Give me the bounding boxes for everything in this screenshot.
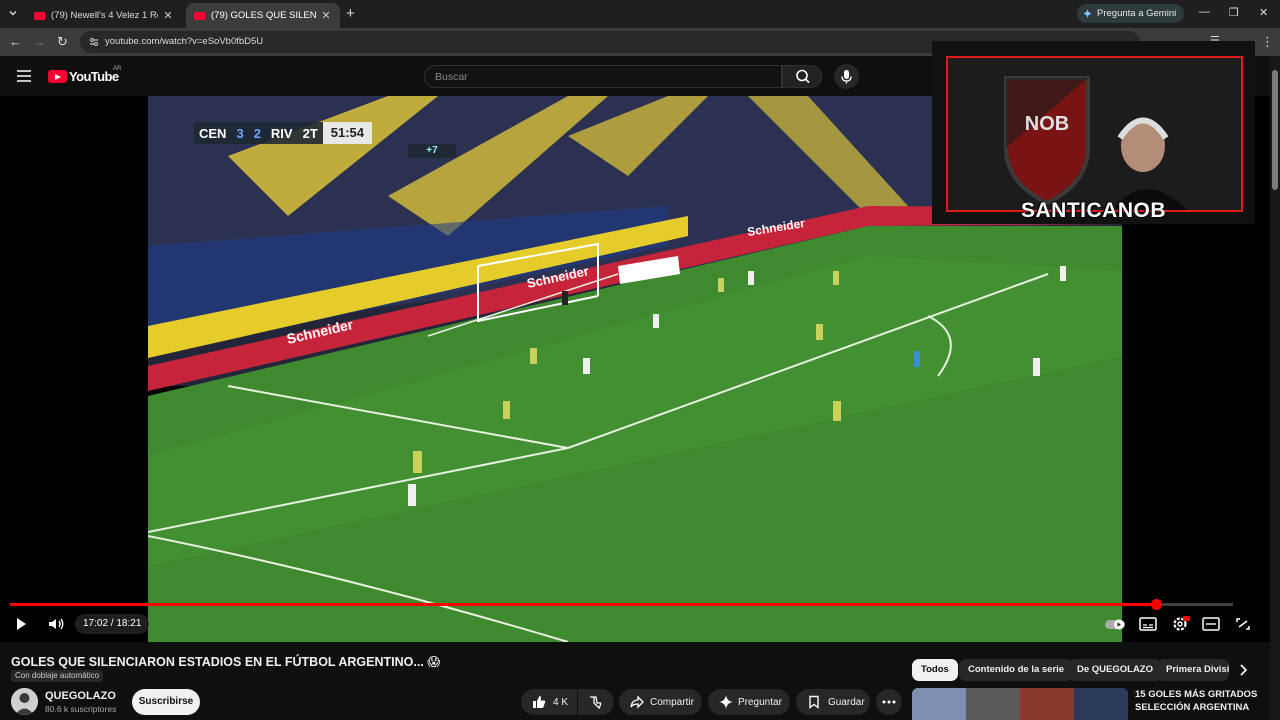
voice-search-button[interactable] <box>834 64 859 89</box>
channel-avatar-image <box>11 688 38 715</box>
forward-icon[interactable]: → <box>33 34 46 49</box>
search-button[interactable] <box>782 65 822 88</box>
subscribe-button[interactable]: Suscribirse <box>132 689 200 715</box>
more-dots-icon <box>882 700 896 704</box>
settings-gear-icon[interactable] <box>1170 615 1190 633</box>
browser-tab-strip: (79) Newell's 4 Velez 1 Relato Je ✕ (79)… <box>0 0 1280 28</box>
browser-tab-active[interactable]: (79) GOLES QUE SILENCIARON ✕ <box>186 3 340 28</box>
youtube-favicon-icon <box>34 11 45 20</box>
channel-avatar[interactable] <box>11 688 38 715</box>
chevron-right-icon[interactable] <box>1235 662 1251 678</box>
browser-tab[interactable]: (79) Newell's 4 Velez 1 Relato Je ✕ <box>26 3 182 28</box>
webcam-feed: NOB <box>946 56 1243 212</box>
close-tab-icon[interactable]: ✕ <box>320 9 332 22</box>
subscriber-count: 80.6 k suscriptores <box>45 704 117 714</box>
share-button[interactable]: Compartir <box>619 689 702 715</box>
dislike-button[interactable] <box>578 689 614 715</box>
chip-all[interactable]: Todos <box>912 659 958 681</box>
auto-dub-badge: Con doblaje automático <box>11 670 104 682</box>
microphone-icon <box>841 70 852 84</box>
site-info-icon[interactable] <box>88 36 100 48</box>
recommendation-title[interactable]: 15 GOLES MÁS GRITADOS SELECCIÓN ARGENTIN… <box>1135 688 1265 714</box>
away-team: RIV <box>270 125 293 141</box>
match-clock: 51:54 <box>322 122 373 144</box>
tab-title: (79) Newell's 4 Velez 1 Relato Je <box>51 10 158 21</box>
url-text: youtube.com/watch?v=eSoVb0fbD5U <box>105 36 264 47</box>
autoplay-toggle-icon[interactable] <box>1104 615 1126 633</box>
hamburger-menu-icon[interactable] <box>17 70 31 82</box>
time-display: 17:02 / 18:21 <box>75 614 150 634</box>
streamer-webcam-overlay: NOB SANTICANOB <box>932 41 1255 224</box>
ask-label: Preguntar <box>738 696 782 708</box>
theater-mode-icon[interactable] <box>1201 615 1221 633</box>
scrollbar-thumb[interactable] <box>1272 70 1278 190</box>
chip-primera-division[interactable]: Primera Divisi <box>1157 659 1229 681</box>
sparkle-icon <box>719 695 733 709</box>
match-scoreboard: CEN 3 2 RIV 2T 51:54 <box>194 122 373 144</box>
tab-title: (79) GOLES QUE SILENCIARON <box>211 10 316 21</box>
gemini-sparkle-icon <box>1083 9 1092 18</box>
webcam-badge-text: NOB <box>1025 113 1069 135</box>
more-actions-button[interactable] <box>876 689 902 715</box>
back-icon[interactable]: ← <box>9 34 22 49</box>
youtube-logo[interactable]: YouTube <box>48 69 119 84</box>
chip-from-channel[interactable]: De QUEGOLAZO <box>1068 659 1163 681</box>
youtube-play-logo-icon <box>48 70 67 83</box>
search-placeholder: Buscar <box>435 71 468 83</box>
match-period: 2T <box>302 125 318 141</box>
streamer-name: SANTICANOB <box>1021 199 1166 222</box>
thumbs-up-icon <box>533 696 546 708</box>
share-arrow-icon <box>630 695 644 709</box>
like-button[interactable]: 4 K <box>521 689 577 715</box>
like-count: 4 K <box>553 696 569 708</box>
fullscreen-icon[interactable] <box>1233 615 1253 633</box>
progress-scrubber[interactable] <box>1150 599 1162 610</box>
webcam-scene: NOB <box>948 58 1241 210</box>
close-window-icon[interactable]: ✕ <box>1259 6 1268 19</box>
thumbs-down-icon <box>590 696 602 710</box>
bookmark-icon <box>809 695 819 709</box>
channel-name[interactable]: QUEGOLAZO <box>45 690 116 702</box>
youtube-favicon-icon <box>194 11 205 20</box>
browser-menu-icon[interactable]: ⋮ <box>1261 34 1274 50</box>
ask-gemini-button[interactable]: Pregunta a Gemini <box>1077 4 1185 23</box>
video-title: GOLES QUE SILENCIARON ESTADIOS EN EL FÚT… <box>11 655 441 669</box>
minimize-window-icon[interactable]: — <box>1199 6 1210 18</box>
gemini-label: Pregunta a Gemini <box>1097 8 1177 19</box>
home-score: 3 <box>236 125 244 141</box>
search-input[interactable]: Buscar <box>424 65 782 88</box>
ask-button[interactable]: Preguntar <box>708 689 790 715</box>
save-label: Guardar <box>828 696 865 708</box>
new-tab-icon[interactable]: + <box>346 5 355 22</box>
tab-search-chevron-icon[interactable] <box>7 7 19 19</box>
youtube-wordmark: YouTube <box>69 69 119 84</box>
close-tab-icon[interactable]: ✕ <box>162 9 174 22</box>
subtitles-icon[interactable] <box>1138 615 1158 633</box>
progress-played <box>10 603 1156 606</box>
region-code: AR <box>113 66 122 72</box>
page-scrollbar[interactable] <box>1270 56 1280 720</box>
progress-bar[interactable] <box>10 599 1233 610</box>
home-team: CEN <box>199 125 227 141</box>
share-label: Compartir <box>650 696 694 708</box>
save-button[interactable]: Guardar <box>796 689 870 715</box>
reload-icon[interactable]: ↻ <box>57 34 68 50</box>
search-icon <box>796 69 810 84</box>
recommendation-thumbnail[interactable] <box>912 688 1128 720</box>
chip-series-content[interactable]: Contenido de la serie <box>959 659 1074 681</box>
play-icon[interactable] <box>11 615 31 633</box>
away-score: 2 <box>253 125 261 141</box>
added-time: +7 <box>408 144 456 158</box>
maximize-window-icon[interactable]: ❐ <box>1229 6 1239 19</box>
volume-icon[interactable] <box>46 615 66 633</box>
